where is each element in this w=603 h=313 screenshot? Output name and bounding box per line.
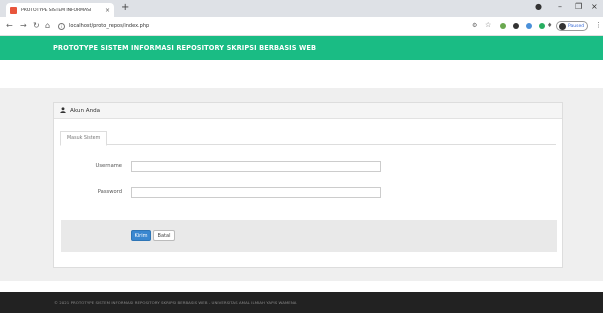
site-info-icon[interactable]: i: [58, 22, 65, 30]
password-label: Password: [97, 189, 122, 195]
browser-toolbar: ← → ↻ ⌂ i localhost/proto_repos/index.ph…: [0, 17, 603, 36]
account-circle-icon[interactable]: ●: [535, 2, 542, 11]
puzzle-icon[interactable]: ♦: [547, 22, 552, 29]
cancel-button[interactable]: Batal: [153, 230, 175, 241]
avatar: [559, 22, 566, 30]
browser-tabstrip: PROTOTYPE SISTEM INFORMASI × + ● – ❐ ×: [0, 0, 603, 17]
address-bar[interactable]: i localhost/proto_repos/index.php: [58, 21, 149, 31]
menu-icon[interactable]: ⋮: [595, 21, 602, 29]
maximize-icon[interactable]: ❐: [575, 2, 582, 11]
username-row: Username: [54, 161, 564, 173]
tab-bar: Masuk Sistem: [60, 131, 556, 146]
minimize-icon[interactable]: –: [558, 2, 562, 11]
reload-icon[interactable]: ↻: [33, 21, 40, 30]
login-panel: Akun Anda Masuk Sistem Username Password…: [53, 102, 563, 268]
site-footer: © 2021 PROTOTYPE SISTEM INFORMASI REPOSI…: [0, 292, 603, 313]
new-tab-button[interactable]: +: [121, 2, 129, 13]
username-input[interactable]: [131, 161, 381, 172]
tab-masuk-sistem[interactable]: Masuk Sistem: [60, 131, 108, 146]
back-arrow-icon[interactable]: ←: [6, 21, 13, 30]
panel-title: Akun Anda: [70, 107, 101, 114]
window-close-icon[interactable]: ×: [591, 2, 598, 11]
browser-tab-title: PROTOTYPE SISTEM INFORMASI: [21, 7, 92, 13]
panel-heading: Akun Anda: [54, 103, 562, 119]
browser-tab[interactable]: PROTOTYPE SISTEM INFORMASI ×: [6, 3, 114, 17]
extension-icon[interactable]: [526, 23, 532, 29]
site-header: PROTOTYPE SISTEM INFORMASI REPOSITORY SK…: [0, 36, 603, 60]
username-label: Username: [95, 163, 122, 169]
footer-copyright: © 2021 PROTOTYPE SISTEM INFORMASI REPOSI…: [54, 300, 297, 305]
form-actions: Kirim Batal: [61, 220, 557, 252]
url-text: localhost/proto_repos/index.php: [69, 23, 150, 29]
user-icon: [60, 106, 66, 115]
site-title: PROTOTYPE SISTEM INFORMASI REPOSITORY SK…: [53, 44, 317, 52]
profile-button[interactable]: Paused: [556, 21, 588, 31]
profile-status: Paused: [568, 23, 585, 29]
extension-icon[interactable]: [500, 23, 506, 29]
favicon-icon: [10, 6, 17, 14]
submit-button[interactable]: Kirim: [131, 230, 151, 241]
extension-icon[interactable]: [513, 23, 519, 29]
key-icon[interactable]: ⚙: [472, 22, 477, 29]
close-icon[interactable]: ×: [105, 7, 110, 14]
forward-arrow-icon[interactable]: →: [20, 21, 27, 30]
password-row: Password: [54, 187, 564, 199]
home-icon[interactable]: ⌂: [45, 21, 50, 30]
extension-icon[interactable]: [539, 23, 545, 29]
star-icon[interactable]: ☆: [485, 21, 491, 29]
password-input[interactable]: [131, 187, 381, 198]
